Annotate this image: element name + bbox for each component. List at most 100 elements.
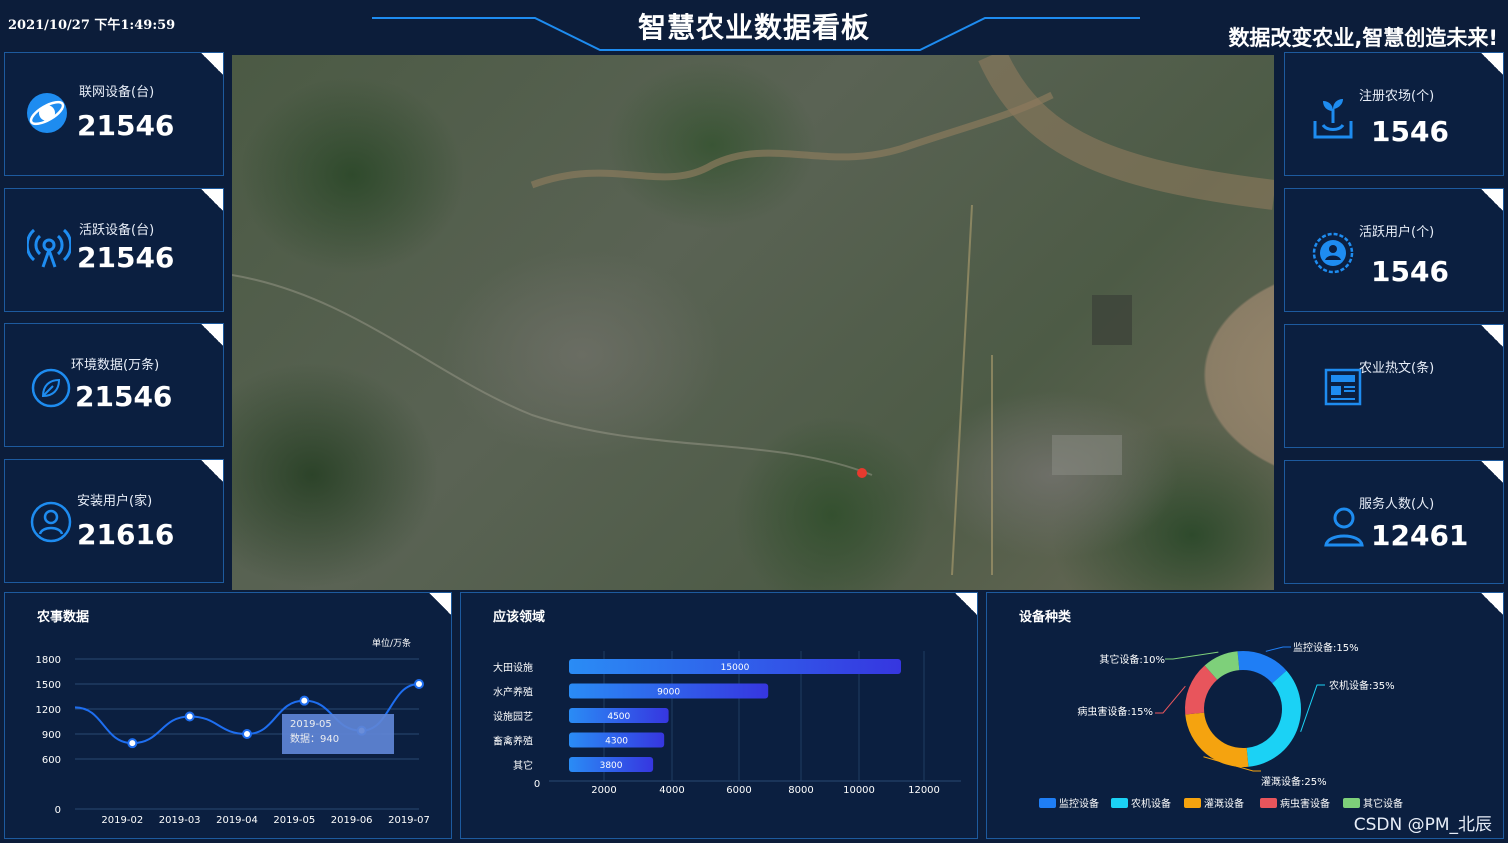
x-tick-label: 2019-04: [216, 815, 258, 826]
slice-label: 农机设备:35%: [1329, 679, 1395, 692]
bar-value-label: 3800: [600, 761, 623, 771]
x-tick-label: 10000: [843, 785, 875, 796]
stat-card-environment-data[interactable]: 环境数据(万条) 21546: [4, 323, 224, 447]
x-tick-label: 6000: [726, 785, 751, 796]
y-tick-label: 1800: [36, 655, 61, 666]
stat-label: 联网设备(台): [79, 85, 155, 100]
planet-icon: [27, 93, 67, 133]
signal-tower-icon: [27, 228, 71, 268]
x-tick-label: 12000: [908, 785, 940, 796]
y-tick-label: 900: [42, 730, 61, 741]
stat-card-active-devices[interactable]: 活跃设备(台) 21546: [4, 188, 224, 312]
corner-decoration: [201, 324, 223, 346]
data-point: [242, 729, 252, 739]
device-donut-chart[interactable]: 监控设备:15% 农机设备:35% 灌溉设备:25% 病虫害设备:15% 其它设备:10…: [987, 593, 1503, 838]
corner-decoration: [201, 189, 223, 211]
x-tick-label: 4000: [659, 785, 684, 796]
slogan: 数据改变农业,智慧创造未来!: [1228, 26, 1498, 50]
donut-slice: [1246, 670, 1301, 767]
label-leader-line: [1265, 646, 1291, 652]
y-category-label: 水产养殖: [493, 686, 533, 699]
farm-data-panel: 农事数据 单位/万条 0 600 900 1200 1500 1800 2019-02 201…: [4, 592, 452, 839]
y-category-label: 大田设施: [493, 661, 533, 674]
stat-label: 活跃用户(个): [1359, 225, 1435, 240]
label-leader-line: [1155, 685, 1186, 714]
donut-slice: [1185, 712, 1249, 767]
stat-value: 21546: [75, 380, 173, 413]
x-tick-label: 2019-02: [101, 815, 143, 826]
label-leader-line: [1165, 651, 1219, 660]
x-tick-label: 2019-06: [331, 815, 373, 826]
map-marker[interactable]: [857, 468, 867, 478]
corner-decoration: [1481, 53, 1503, 75]
legend-swatch: [1260, 798, 1277, 808]
stat-card-hot-articles[interactable]: 农业热文(条): [1284, 324, 1504, 448]
bar-value-label: 4500: [607, 712, 630, 722]
data-point: [414, 679, 424, 689]
legend-swatch: [1039, 798, 1056, 808]
legend-label: 农机设备: [1131, 797, 1171, 810]
corner-decoration: [1481, 461, 1503, 483]
legend-swatch: [1111, 798, 1128, 808]
news-icon: [1324, 368, 1362, 406]
legend-swatch: [1184, 798, 1201, 808]
legend-label: 监控设备: [1059, 797, 1099, 810]
bar-value-label: 15000: [721, 663, 750, 673]
tooltip-value: 数据：940: [290, 734, 340, 745]
legend-label: 灌溉设备: [1204, 797, 1244, 810]
data-point: [127, 738, 138, 749]
active-user-icon: [1312, 232, 1354, 274]
stat-value: 21546: [77, 109, 175, 142]
user-icon: [30, 501, 72, 543]
watermark: CSDN @PM_北辰: [1353, 815, 1492, 835]
stat-card-registered-farms[interactable]: 注册农场(个) 1546: [1284, 52, 1504, 176]
y-category-label: 畜禽养殖: [493, 735, 533, 748]
data-point: [184, 711, 195, 722]
y-tick-label: 0: [55, 805, 61, 816]
leaf-icon: [31, 368, 71, 408]
y-tick-label: 1500: [36, 680, 61, 691]
stat-card-installed-users[interactable]: 安装用户(家) 21616: [4, 459, 224, 583]
legend-label: 病虫害设备: [1280, 797, 1330, 810]
bar-value-label: 9000: [657, 688, 680, 698]
device-type-panel: 设备种类 监控设备:15% 农机设备:35% 灌溉设备:25% 病虫害设备:15% 其它…: [986, 592, 1504, 839]
x-tick-label: 2019-05: [273, 815, 315, 826]
x-tick-label: 8000: [788, 785, 813, 796]
sprout-icon: [1313, 99, 1353, 139]
stat-value: 21546: [77, 241, 175, 274]
stat-card-networked-devices[interactable]: 联网设备(台) 21546: [4, 52, 224, 176]
corner-decoration: [201, 53, 223, 75]
bar-value-label: 4300: [605, 737, 628, 747]
tooltip-title: 2019-05: [290, 719, 332, 730]
data-point: [299, 695, 310, 706]
x-tick-label: 0: [534, 779, 540, 790]
stat-card-service-people[interactable]: 服务人数(人) 12461: [1284, 460, 1504, 584]
header: 2021/10/27 下午1:49:59 智慧农业数据看板 数据改变农业,智慧创…: [0, 0, 1508, 52]
chart-tooltip: 2019-05 数据：940: [282, 714, 394, 754]
slice-label: 病虫害设备:15%: [1077, 705, 1153, 718]
y-tick-label: 1200: [36, 705, 61, 716]
field-bar-chart[interactable]: 0 2000 4000 6000 8000 10000 12000 大田设施 15000 水产养殖…: [461, 593, 977, 838]
y-tick-label: 600: [42, 755, 61, 766]
x-tick-label: 2019-07: [388, 815, 430, 826]
stat-value: 1546: [1371, 115, 1449, 148]
stat-label: 农业热文(条): [1359, 361, 1435, 376]
legend-swatch: [1343, 798, 1360, 808]
legend-label: 其它设备: [1363, 797, 1403, 810]
stat-label: 注册农场(个): [1359, 89, 1435, 104]
label-leader-line: [1300, 684, 1325, 732]
corner-decoration: [1481, 189, 1503, 211]
stat-card-active-users[interactable]: 活跃用户(个) 1546: [1284, 188, 1504, 312]
stat-label: 安装用户(家): [77, 494, 153, 509]
map-overlay: [232, 55, 1274, 576]
stat-value: 21616: [77, 518, 175, 551]
slice-label: 其它设备:10%: [1099, 653, 1165, 666]
satellite-map[interactable]: [232, 55, 1274, 590]
y-category-label: 其它: [513, 759, 533, 772]
stat-value: 12461: [1371, 519, 1469, 552]
corner-decoration: [1481, 325, 1503, 347]
x-tick-label: 2000: [591, 785, 616, 796]
corner-decoration: [201, 460, 223, 482]
x-tick-label: 2019-03: [159, 815, 201, 826]
stat-value: 1546: [1371, 255, 1449, 288]
